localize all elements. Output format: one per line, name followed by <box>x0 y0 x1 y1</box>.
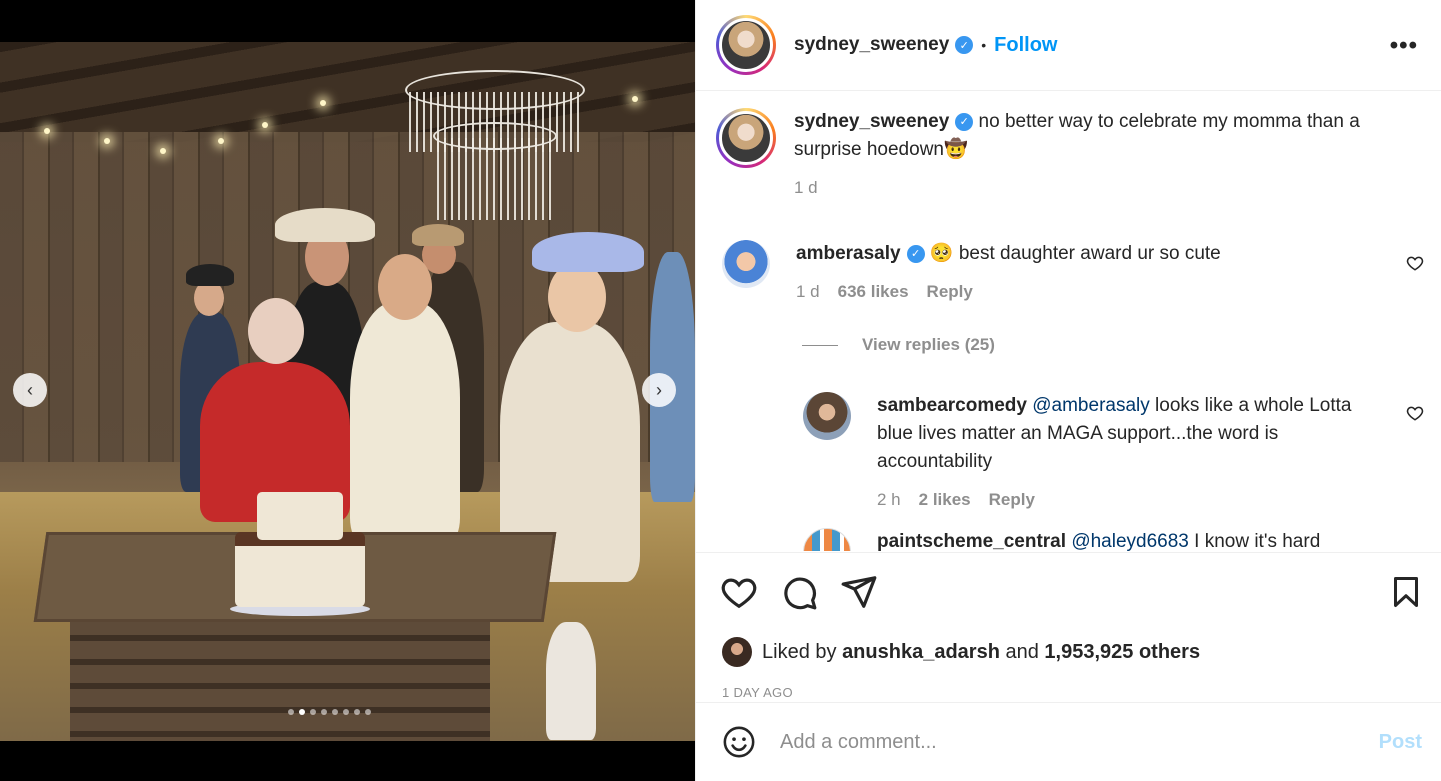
author-avatar[interactable] <box>716 15 776 75</box>
carousel-dot <box>354 709 360 715</box>
caption: sydney_sweeney ✓ no better way to celebra… <box>716 108 1404 198</box>
carousel-dot <box>332 709 338 715</box>
comment-avatar[interactable] <box>722 240 770 288</box>
verified-badge-icon: ✓ <box>955 36 974 54</box>
carousel-dot <box>321 709 327 715</box>
likes-count[interactable]: 1,953,925 others <box>1044 641 1200 664</box>
reply-text: I know it's hard <box>1194 531 1321 551</box>
comment-likes[interactable]: 636 likes <box>838 282 909 302</box>
save-bookmark-icon[interactable] <box>1388 573 1424 611</box>
reply-avatar[interactable] <box>803 528 851 551</box>
more-options-icon[interactable]: ••• <box>1390 32 1418 60</box>
follow-button[interactable]: Follow <box>994 34 1057 57</box>
reply-time: 2 h <box>877 490 901 509</box>
carousel-dot <box>288 709 294 715</box>
comment-composer: Post <box>696 702 1441 781</box>
post-sidebar: sydney_sweeney ✓ • Follow ••• sydney_swe… <box>695 0 1441 781</box>
chevron-left-icon: ‹ <box>27 379 33 400</box>
mention-link[interactable]: @haleyd6683 <box>1071 531 1189 551</box>
comment-item: amberasaly ✓ 🥺 best daughter award ur so … <box>722 240 1422 302</box>
reply-item: paintscheme_central @haleyd6683 I know i… <box>803 528 1413 551</box>
carousel-prev-button[interactable]: ‹ <box>13 373 47 407</box>
birthday-cake <box>230 472 370 616</box>
caption-username[interactable]: sydney_sweeney <box>794 111 949 132</box>
reply-avatar[interactable] <box>803 392 851 440</box>
comment-username[interactable]: amberasaly <box>796 243 901 264</box>
separator: • <box>981 37 987 53</box>
mention-link[interactable]: @amberasaly <box>1032 395 1150 416</box>
carousel-next-button[interactable]: › <box>642 373 676 407</box>
verified-badge-icon: ✓ <box>955 112 974 131</box>
post-actions: Liked by anushka_adarsh and 1,953,925 ot… <box>696 552 1441 702</box>
comment-time: 1 d <box>796 282 820 301</box>
comment-text: best daughter award ur so cute <box>958 243 1221 264</box>
emoji-smiley-icon[interactable] <box>722 725 756 759</box>
comment-bubble-icon[interactable] <box>780 573 818 611</box>
author-username[interactable]: sydney_sweeney <box>794 34 949 56</box>
post-comment-button[interactable]: Post <box>1379 731 1422 754</box>
reply-button[interactable]: Reply <box>927 282 973 302</box>
like-heart-icon[interactable] <box>720 573 758 611</box>
like-reply-heart-icon[interactable] <box>1406 404 1424 422</box>
carousel-dot <box>310 709 316 715</box>
view-replies-button[interactable]: View replies (25) <box>802 335 995 355</box>
caption-time: 1 d <box>794 178 818 197</box>
carousel-dot <box>365 709 371 715</box>
post-photo <box>0 42 695 741</box>
carousel-dot <box>299 709 305 715</box>
post-date: 1 DAY AGO <box>722 685 793 700</box>
chevron-right-icon: › <box>656 379 662 400</box>
liker-avatar[interactable] <box>722 637 752 667</box>
post-header: sydney_sweeney ✓ • Follow ••• <box>696 0 1441 91</box>
reply-likes[interactable]: 2 likes <box>919 490 971 510</box>
share-paper-plane-icon[interactable] <box>840 573 878 611</box>
comments-list[interactable]: sydney_sweeney ✓ no better way to celebra… <box>696 92 1441 551</box>
reply-username[interactable]: sambearcomedy <box>877 395 1027 416</box>
reply-item: sambearcomedy @amberasaly looks like a w… <box>803 392 1413 510</box>
pleading-emoji: 🥺 <box>929 243 954 264</box>
reply-button[interactable]: Reply <box>989 490 1035 510</box>
liker-username[interactable]: anushka_adarsh <box>842 641 1000 664</box>
chandelier <box>405 52 585 252</box>
likes-summary: Liked by anushka_adarsh and 1,953,925 ot… <box>722 637 1200 667</box>
carousel-indicator <box>288 709 371 715</box>
caption-avatar[interactable] <box>716 108 776 168</box>
cowboy-emoji: 🤠 <box>943 139 968 160</box>
carousel-dot <box>343 709 349 715</box>
comment-input[interactable] <box>780 730 1340 754</box>
verified-badge-icon: ✓ <box>906 244 925 263</box>
post-media: ‹ › <box>0 0 695 781</box>
like-comment-heart-icon[interactable] <box>1406 254 1424 272</box>
reply-username[interactable]: paintscheme_central <box>877 531 1066 551</box>
